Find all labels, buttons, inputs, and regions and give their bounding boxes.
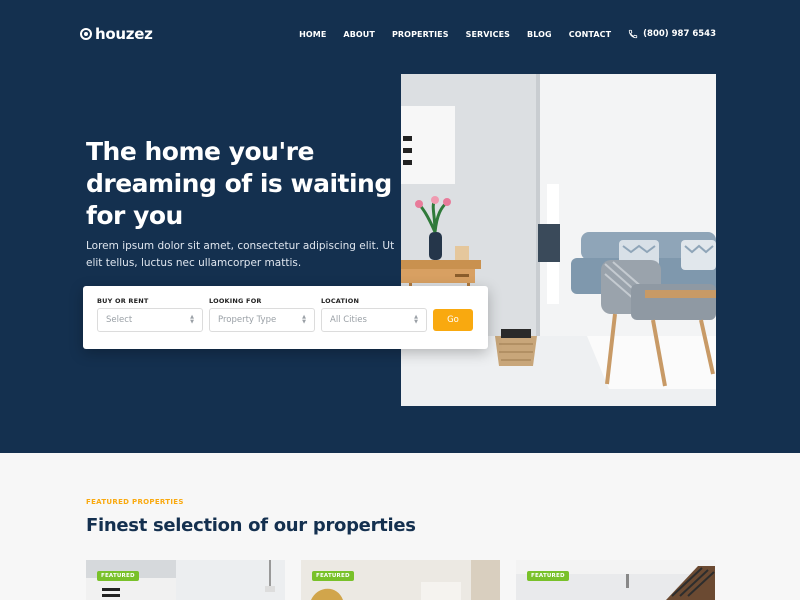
search-go-button[interactable]: Go (433, 309, 473, 331)
hero-section: houzez HOME ABOUT PROPERTIES SERVICES BL… (0, 0, 800, 453)
property-type-select[interactable]: Property Type ▲ ▼ (209, 308, 315, 332)
nav-blog[interactable]: BLOG (527, 30, 552, 39)
featured-section-title: Finest selection of our properties (86, 515, 416, 536)
hero-subtitle: Lorem ipsum dolor sit amet, consectetur … (86, 240, 395, 269)
property-card[interactable]: FEATURED (301, 560, 500, 600)
property-type-value: Property Type (218, 315, 277, 325)
nav-about[interactable]: ABOUT (343, 30, 375, 39)
nav-home[interactable]: HOME (299, 30, 326, 39)
hero-title: The home you're dreaming of is waiting f… (86, 137, 392, 230)
brand-logo[interactable]: houzez (80, 25, 153, 43)
location-value: All Cities (330, 315, 367, 325)
featured-badge: FEATURED (527, 571, 569, 581)
featured-badge: FEATURED (97, 571, 139, 581)
location-label: LOCATION (321, 297, 360, 305)
nav-services[interactable]: SERVICES (466, 30, 510, 39)
brand-name: houzez (95, 25, 153, 43)
property-card[interactable]: FEATURED (86, 560, 285, 600)
nav-properties[interactable]: PROPERTIES (392, 30, 449, 39)
featured-eyebrow: FEATURED PROPERTIES (86, 498, 184, 506)
phone-icon (628, 29, 638, 39)
main-nav: HOME ABOUT PROPERTIES SERVICES BLOG CONT… (282, 29, 716, 39)
nav-phone-link[interactable]: (800) 987 6543 (628, 29, 716, 39)
select-arrows-icon: ▲ ▼ (302, 314, 306, 325)
property-search-form: BUY OR RENT Select ▲ ▼ LOOKING FOR Proper… (83, 286, 488, 349)
property-card[interactable]: FEATURED (516, 560, 715, 600)
phone-number: (800) 987 6543 (643, 29, 716, 39)
nav-contact[interactable]: CONTACT (569, 30, 611, 39)
logo-pin-icon (80, 28, 92, 40)
buy-or-rent-label: BUY OR RENT (97, 297, 149, 305)
buy-or-rent-value: Select (106, 315, 133, 325)
hero-interior-image (401, 74, 716, 406)
select-arrows-icon: ▲ ▼ (414, 314, 418, 325)
looking-for-label: LOOKING FOR (209, 297, 262, 305)
featured-badge: FEATURED (312, 571, 354, 581)
location-select[interactable]: All Cities ▲ ▼ (321, 308, 427, 332)
select-arrows-icon: ▲ ▼ (190, 314, 194, 325)
buy-or-rent-select[interactable]: Select ▲ ▼ (97, 308, 203, 332)
